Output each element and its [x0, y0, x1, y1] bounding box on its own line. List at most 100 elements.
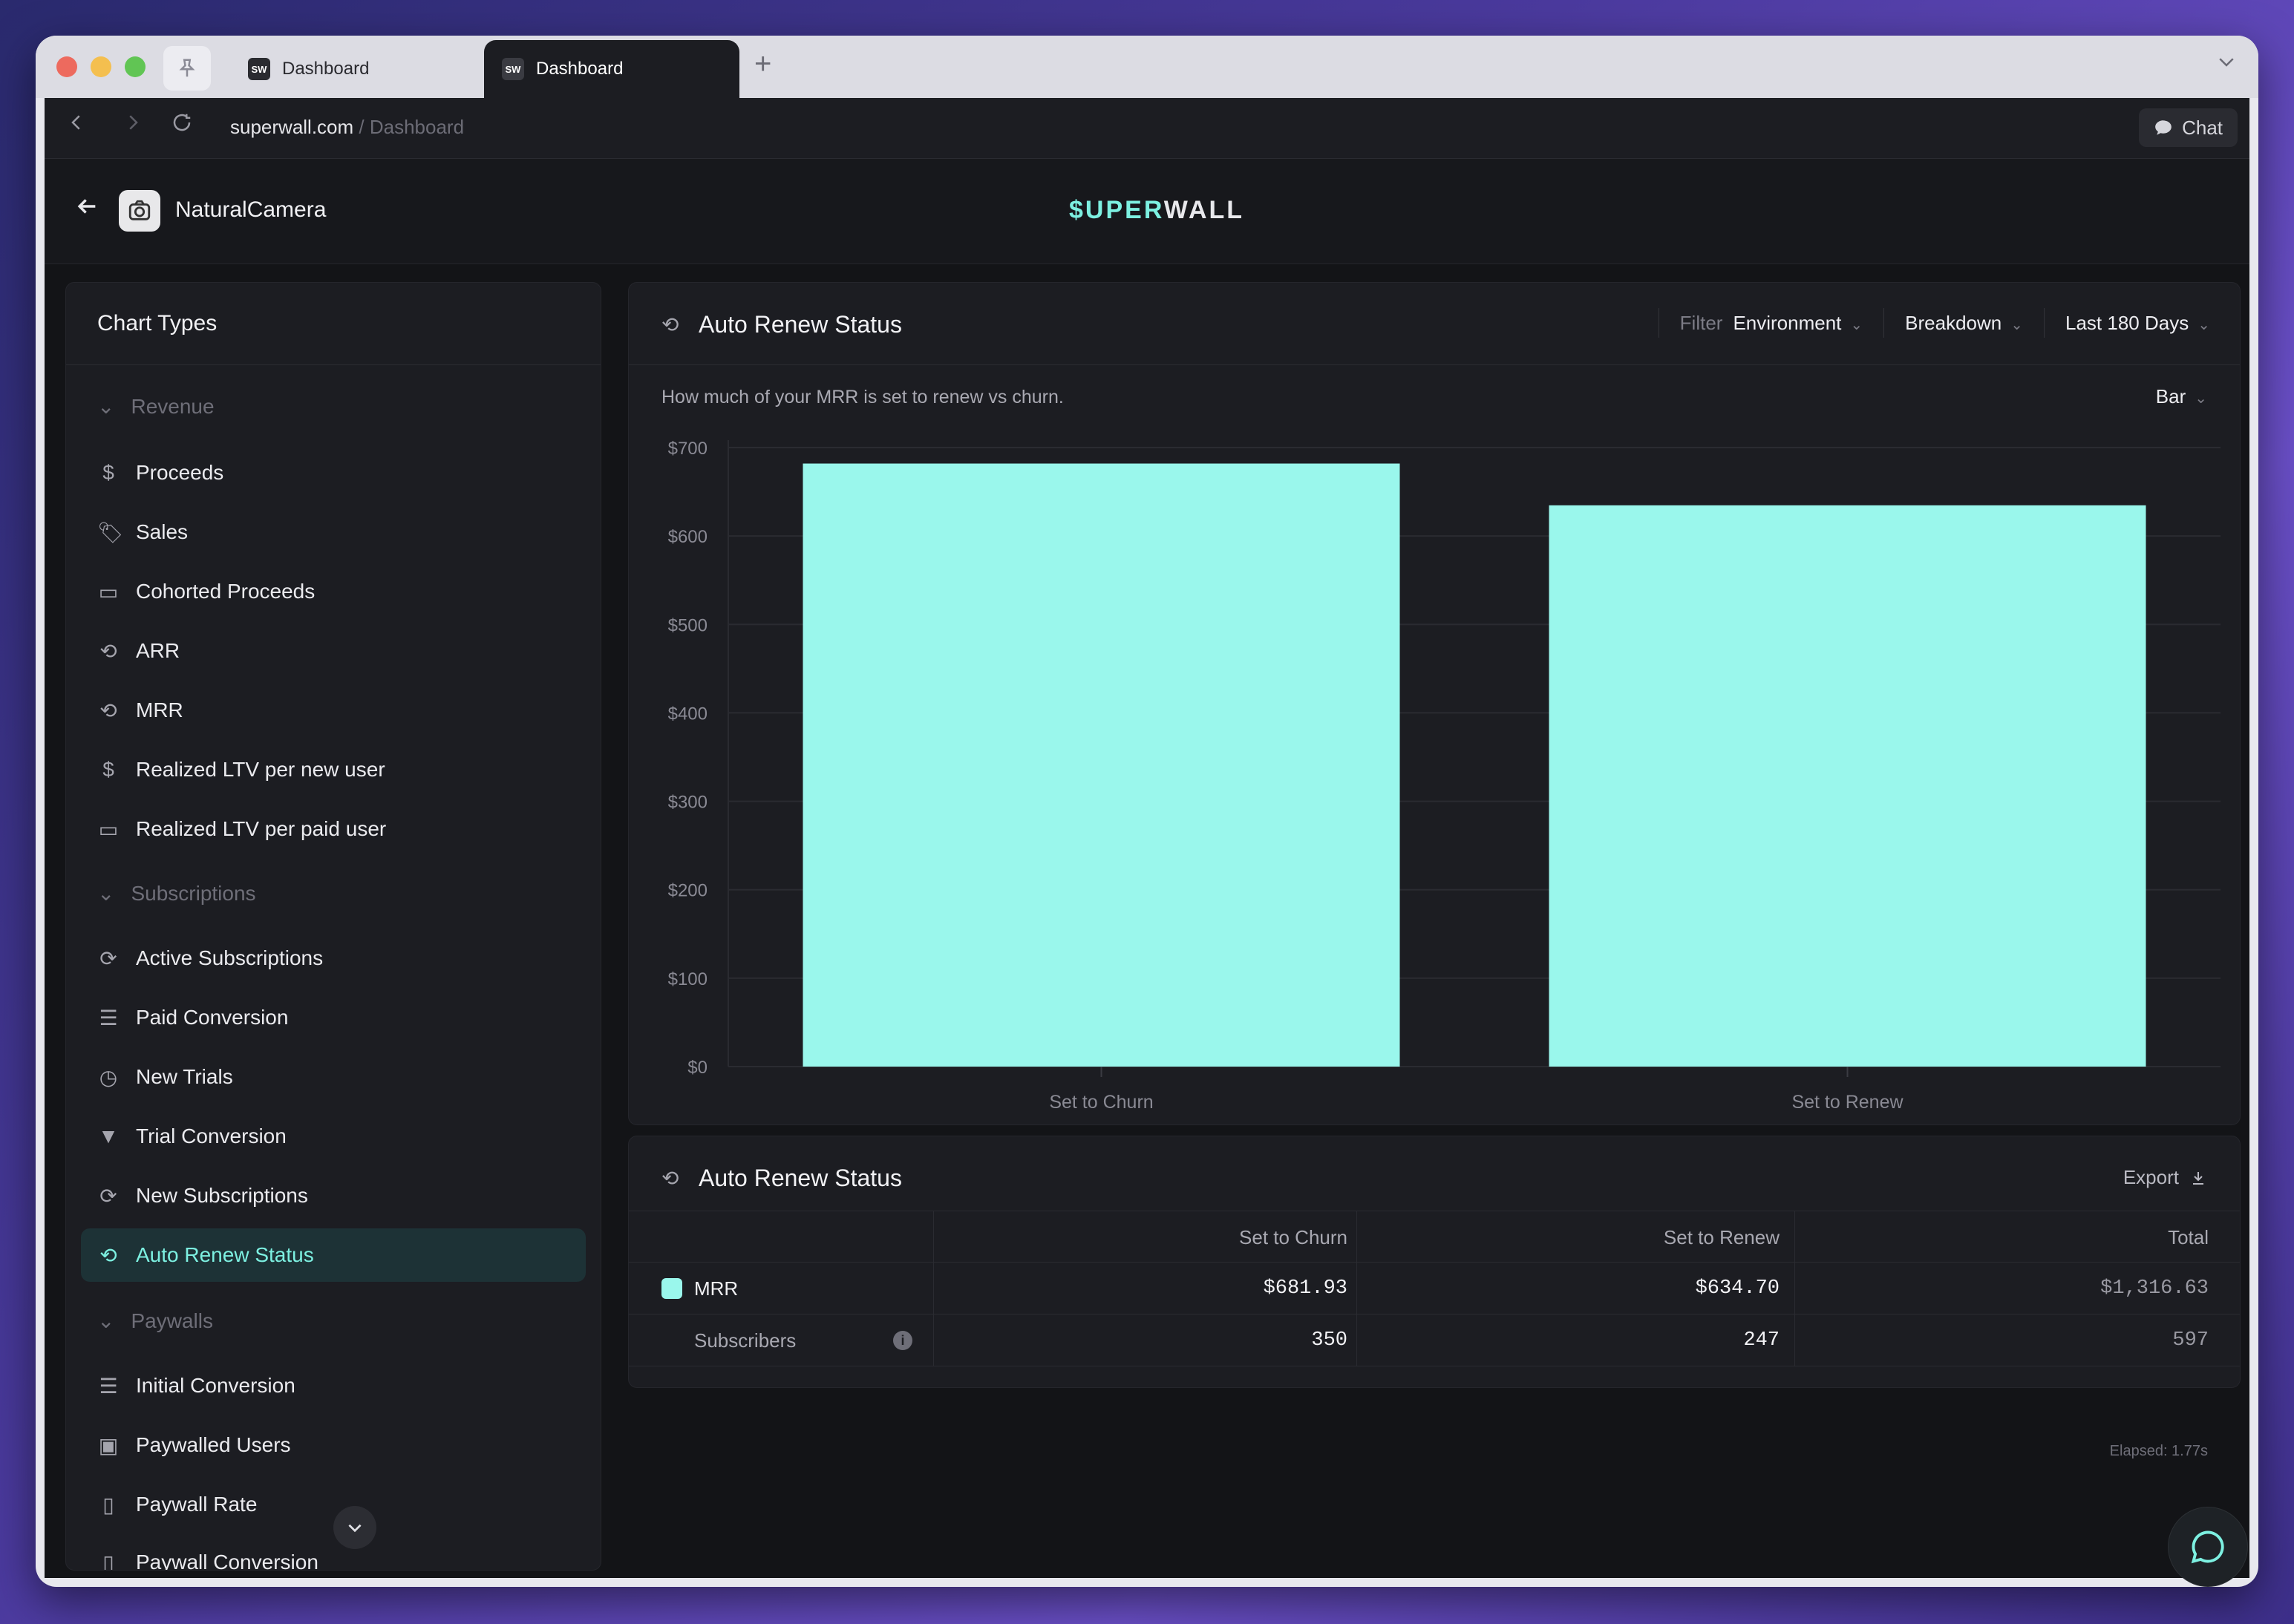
section-paywalls[interactable]: ⌄ Paywalls	[97, 1309, 213, 1333]
maximize-window-button[interactable]	[125, 56, 146, 77]
y-tick-label: $0	[687, 1058, 708, 1078]
sidebar-item-mrr[interactable]: ⟲ MRR	[81, 684, 586, 737]
superwall-favicon-icon: SW	[248, 58, 270, 80]
badge-icon: ▣	[98, 1433, 119, 1457]
section-label: Paywalls	[131, 1309, 213, 1332]
divider	[1356, 1263, 1357, 1314]
back-icon[interactable]	[65, 111, 88, 140]
new-tab-button[interactable]: +	[754, 48, 771, 81]
sidebar-item-active-subscriptions[interactable]: ⟳ Active Subscriptions	[81, 931, 586, 985]
bar-chart: $0 $100 $200 $300 $400 $500 $600 $700 Set to Chu…	[668, 439, 2221, 1113]
table-row: Subscribers i 350 247 597	[629, 1314, 2240, 1366]
section-subscriptions[interactable]: ⌄ Subscriptions	[97, 881, 256, 906]
sidebar-item-new-trials[interactable]: ◷ New Trials	[81, 1050, 586, 1104]
y-tick-label: $200	[668, 881, 708, 901]
divider	[1356, 1314, 1357, 1366]
minimize-window-button[interactable]	[91, 56, 111, 77]
address-field[interactable]: superwall.com / Dashboard	[230, 116, 464, 139]
x-tick-label: Set to Renew	[1791, 1092, 1904, 1113]
back-arrow-icon[interactable]	[74, 193, 99, 226]
chat-button[interactable]: Chat	[2139, 108, 2238, 147]
divider	[933, 1314, 934, 1366]
sidebar-item-auto-renew-status[interactable]: ⟲ Auto Renew Status	[81, 1228, 586, 1282]
reload-icon[interactable]	[171, 111, 193, 140]
close-window-button[interactable]	[56, 56, 77, 77]
sidebar-item-label: Proceeds	[136, 461, 224, 484]
sidebar-item-proceeds[interactable]: $ Proceeds	[81, 446, 586, 500]
section-revenue[interactable]: ⌄ Revenue	[97, 394, 215, 419]
export-label: Export	[2123, 1166, 2179, 1188]
bar	[1549, 505, 2146, 1067]
sidebar-item-new-subscriptions[interactable]: ⟳ New Subscriptions	[81, 1169, 586, 1222]
repeat-icon: ⟳	[99, 946, 117, 970]
sidebar-item-label: Active Subscriptions	[136, 946, 324, 969]
y-tick-label: $600	[668, 527, 708, 547]
sidebar-item-paywall-conversion[interactable]: ▯ Paywall Conversion	[81, 1536, 586, 1571]
chevron-down-icon: ⌄	[97, 395, 115, 418]
timer-icon: ◷	[99, 1065, 118, 1089]
filter-lines-icon: ☰	[99, 1006, 118, 1029]
sidebar-item-sales[interactable]: 🏷︎ Sales	[81, 505, 586, 559]
url-bar: superwall.com / Dashboard Chat	[45, 98, 2249, 159]
chat-label: Chat	[2182, 116, 2223, 139]
y-tick-label: $300	[668, 793, 708, 813]
row-label: MRR	[694, 1277, 739, 1300]
url-path: / Dashboard	[353, 116, 465, 138]
phone-icon: ▯	[102, 1493, 114, 1516]
chevron-down-icon: ⌄	[97, 1309, 115, 1332]
tab-list-chevron-icon[interactable]	[2215, 50, 2238, 79]
sidebar-item-paywalled-users[interactable]: ▣ Paywalled Users	[81, 1418, 586, 1472]
app-header: NaturalCamera $UPERWALL	[45, 159, 2249, 264]
chat-bubble-icon	[2155, 120, 2172, 135]
chart-types-sidebar: Chart Types ⌄ Revenue $ Proceeds 🏷︎ Sales …	[65, 282, 601, 1571]
x-tick-label: Set to Churn	[1049, 1092, 1153, 1113]
cell-renew: 247	[1743, 1329, 1780, 1352]
divider	[933, 1211, 934, 1262]
divider	[933, 1263, 934, 1314]
y-tick-label: $100	[668, 969, 708, 989]
tab-label: Dashboard	[536, 59, 624, 79]
sidebar-item-label: Paywalled Users	[136, 1433, 291, 1456]
cell-total: $1,316.63	[2100, 1277, 2209, 1300]
chart-card: ⟲ Auto Renew Status Filter Environment ⌄ …	[628, 282, 2241, 1125]
sidebar-item-paid-conversion[interactable]: ☰ Paid Conversion	[81, 991, 586, 1044]
recurring-dollar-icon: ⟲	[99, 639, 117, 663]
phone-icon: ▯	[102, 1551, 114, 1571]
logo-rest: WALL	[1163, 196, 1245, 224]
divider	[66, 364, 601, 365]
sidebar-item-label: Sales	[136, 520, 189, 543]
divider	[1356, 1211, 1357, 1262]
forward-icon[interactable]	[122, 111, 144, 140]
sidebar-item-cohorted-proceeds[interactable]: ▭ Cohorted Proceeds	[81, 565, 586, 618]
chevron-down-icon: ⌄	[97, 882, 115, 905]
pin-icon[interactable]	[163, 46, 211, 91]
auto-renew-icon: ⟲	[99, 1243, 117, 1267]
dollar-icon: $	[102, 461, 114, 484]
logo-accent: $UPER	[1069, 196, 1164, 224]
chat-fab-button[interactable]	[2168, 1507, 2248, 1587]
cell-churn: $681.93	[1263, 1277, 1347, 1300]
scroll-down-button[interactable]	[333, 1506, 376, 1549]
download-icon	[2193, 1171, 2203, 1185]
info-icon[interactable]: i	[893, 1331, 912, 1350]
superwall-favicon-icon: SW	[502, 58, 524, 80]
sidebar-item-arr[interactable]: ⟲ ARR	[81, 624, 586, 678]
sidebar-item-label: Paywall Conversion	[136, 1551, 318, 1571]
sidebar-item-label: Auto Renew Status	[136, 1243, 314, 1266]
sidebar-item-realized-ltv-paid[interactable]: ▭ Realized LTV per paid user	[81, 802, 586, 856]
refresh-icon: ⟳	[99, 1184, 117, 1208]
funnel-icon: ▼	[98, 1124, 119, 1147]
browser-tab-2-active[interactable]: SW Dashboard	[484, 40, 739, 98]
column-header: Set to Churn	[1239, 1225, 1347, 1248]
sidebar-title: Chart Types	[97, 311, 218, 335]
column-header: Set to Renew	[1663, 1225, 1780, 1248]
sidebar-item-trial-conversion[interactable]: ▼ Trial Conversion	[81, 1110, 586, 1163]
export-button[interactable]: Export	[2123, 1166, 2207, 1189]
y-tick-label: $400	[668, 704, 708, 724]
y-tick-label: $700	[668, 439, 708, 459]
tag-icon: 🏷︎	[97, 520, 124, 544]
sidebar-item-realized-ltv-new[interactable]: $ Realized LTV per new user	[81, 743, 586, 796]
browser-tab-1[interactable]: SW Dashboard	[230, 40, 512, 98]
y-tick-label: $500	[668, 615, 708, 635]
sidebar-item-initial-conversion[interactable]: ☰ Initial Conversion	[81, 1359, 586, 1412]
